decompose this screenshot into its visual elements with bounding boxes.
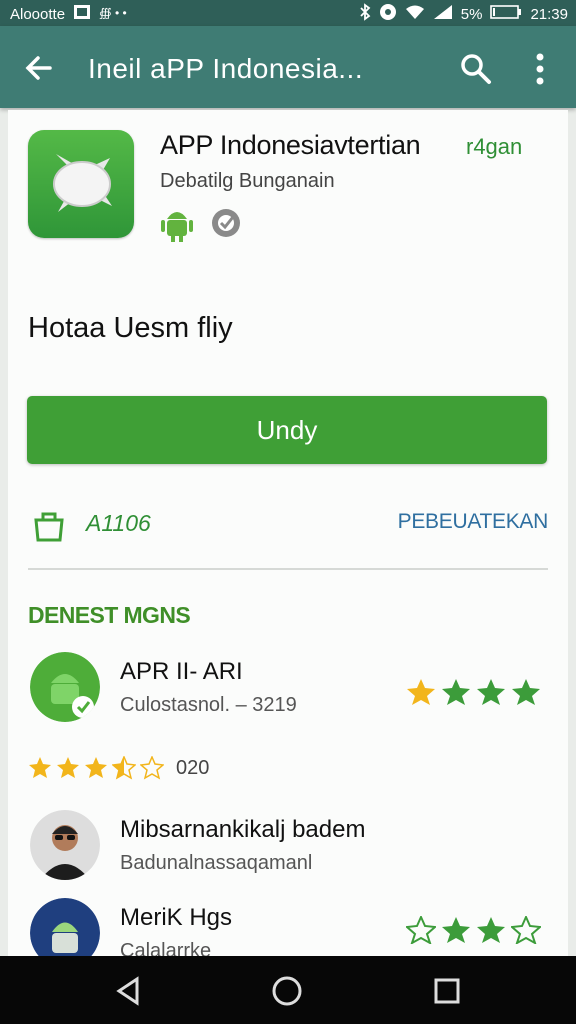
review-meta: Culostasnol. – 3219 — [120, 694, 297, 716]
star-outline-icon — [140, 756, 164, 780]
star-full-icon — [407, 679, 435, 705]
review-item[interactable]: APR II- ARI Culostasnol. – 3219 — [28, 650, 548, 730]
search-button[interactable] — [458, 51, 494, 87]
notification-icon: ∰ • • — [99, 5, 135, 23]
verified-icon — [210, 207, 242, 244]
reviewer-name: Mibsarnankikalj badem — [120, 816, 366, 843]
alarm-icon — [379, 3, 397, 25]
svg-text:∰ • •: ∰ • • — [99, 6, 127, 19]
carrier-label: Aloootte — [10, 5, 66, 23]
more-options-button[interactable] — [526, 51, 554, 87]
status-left: Aloootte ∰ • • — [10, 4, 135, 24]
app-details-card: APP Indonesiavtertian r4gan Debatilg Bun… — [8, 110, 568, 968]
battery-percent: 5% — [460, 5, 483, 23]
user-avatar — [30, 810, 100, 880]
status-bar: Aloootte ∰ • • 5% 21:39 — [0, 0, 576, 26]
reviews-section-title: DENEST MGNS — [28, 602, 191, 628]
app-name: APP Indonesiavtertian — [160, 130, 421, 160]
home-circle-icon — [272, 976, 302, 1006]
review-meta: Badunalnassaqamanl — [120, 852, 313, 874]
star-full-icon — [477, 679, 505, 705]
star-full-icon — [442, 679, 470, 705]
android-avatar-icon — [30, 652, 100, 722]
navigation-bar — [0, 956, 576, 1024]
rating-count: 020 — [176, 756, 210, 779]
search-icon — [461, 54, 491, 84]
home-nav-button[interactable] — [270, 974, 304, 1008]
review-rating — [406, 678, 541, 706]
app-badges — [160, 203, 242, 248]
review-rating — [406, 916, 541, 944]
star-full-icon — [512, 679, 540, 705]
shopping-bag-icon — [32, 510, 64, 542]
star-outline-icon — [511, 916, 541, 944]
app-tag: r4gan — [466, 134, 523, 159]
reviewer-name: MeriK Hgs — [120, 904, 233, 931]
recents-nav-button[interactable] — [430, 974, 464, 1008]
star-outline-icon — [406, 916, 436, 944]
star-full-icon — [477, 917, 505, 943]
status-right: 5% 21:39 — [359, 3, 568, 25]
reviewer-name: APR II- ARI — [120, 658, 243, 685]
recents-square-icon — [434, 978, 460, 1004]
app-headline: Hotaa Uesm fliy — [28, 312, 233, 344]
star-half-icon — [112, 756, 136, 780]
android-icon — [160, 203, 194, 248]
app-logo-icon — [28, 130, 134, 238]
star-full-icon — [85, 757, 107, 778]
details-link[interactable]: PEBEUATEKAN — [398, 510, 549, 534]
page-title: Ineil aPP Indonesia... — [88, 53, 364, 84]
back-nav-button[interactable] — [112, 974, 146, 1008]
install-button[interactable]: Undy — [27, 396, 547, 464]
app-size: A1106 — [86, 510, 151, 536]
developer-name[interactable]: Debatilg Bunganain — [160, 170, 335, 193]
star-full-icon — [442, 917, 470, 943]
review-item[interactable]: Mibsarnankikalj badem Badunalnassaqamanl — [28, 808, 548, 888]
bluetooth-icon — [359, 3, 371, 25]
star-full-icon — [29, 757, 51, 778]
star-full-icon — [57, 757, 79, 778]
nav-back-icon — [116, 976, 139, 1006]
app-size-row: A1106 PEBEUATEKAN — [28, 502, 548, 544]
photo-icon — [73, 4, 91, 24]
app-bar: Ineil aPP Indonesia... — [0, 26, 576, 108]
arrow-back-icon — [25, 56, 52, 80]
divider — [28, 568, 548, 570]
signal-icon — [433, 4, 453, 24]
more-vert-icon — [536, 53, 544, 85]
rating-summary: 020 — [28, 756, 209, 780]
clock: 21:39 — [530, 5, 568, 23]
battery-icon — [490, 4, 522, 24]
back-button[interactable] — [20, 50, 56, 86]
wifi-icon — [405, 4, 425, 24]
